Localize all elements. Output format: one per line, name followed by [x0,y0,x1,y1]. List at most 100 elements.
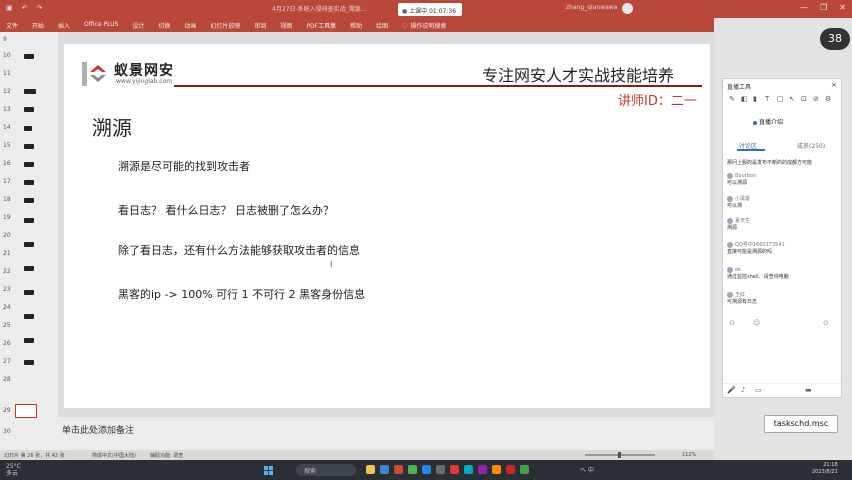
app-icon[interactable] [422,465,431,474]
tab-home[interactable]: 开始 [32,21,44,30]
zoom-slider-knob[interactable] [618,452,621,458]
tab-insert[interactable]: 插入 [58,21,70,30]
user-name: 小黑客 [735,196,751,202]
slide-number: 20 [3,232,11,239]
app-icon[interactable] [450,465,459,474]
slide-thumbnail[interactable] [24,338,34,343]
participant-count-badge[interactable]: 38 [820,28,850,50]
undo-icon[interactable]: ↶ [22,4,28,12]
mic-icon[interactable]: 🎤 [727,386,736,394]
tab-help[interactable]: 帮助 [350,21,362,30]
more-icon[interactable]: ⊙ [823,319,829,327]
slide-thumbnail[interactable] [24,107,34,112]
slide-thumbnail[interactable] [24,198,34,203]
tab-pdf[interactable]: PDF工具集 [306,21,336,30]
slide-thumbnail[interactable] [24,126,32,131]
slide-canvas[interactable]: 蚁景网安 www.yijinglab.com 专注网安人才实战技能培养 讲师ID… [64,44,710,408]
clock[interactable]: 21:18 2023/8/21 [812,462,838,476]
tab-animations[interactable]: 动画 [184,21,196,30]
file-explorer-icon[interactable] [366,465,375,474]
pen-icon[interactable]: ✎ [729,95,735,103]
accessibility-status[interactable]: 辅助功能: 调查 [150,452,183,459]
taskschd-label[interactable]: taskschd.msc [764,415,838,433]
music-icon[interactable]: ♪ [741,386,745,394]
app-icon[interactable] [464,465,473,474]
windows-start-icon[interactable] [264,466,273,475]
chat-message: 王红 可溯源有日志 [727,291,837,305]
logo-icon [82,62,106,86]
tab-draw[interactable]: 绘图 [376,21,388,30]
tab-review[interactable]: 审阅 [254,21,266,30]
recording-time: 上课中 01:07:36 [409,8,457,15]
document-title: 4月27日-系统入侵排查实战_溯源... [272,6,367,13]
upload-icon: ● [402,8,408,15]
app-icon[interactable] [394,465,403,474]
notes-pane[interactable]: 单击此处添加备注 [58,417,714,450]
text-icon[interactable]: T [765,95,769,103]
slide-thumbnail[interactable] [24,242,34,247]
slide-number: 30 [3,428,11,435]
clear-icon[interactable]: ⊘ [813,95,819,103]
redo-icon[interactable]: ↷ [37,4,43,12]
chat-message: Bourbon 可以溯源 [727,173,837,186]
bullet-text: 溯源是尽可能的找到攻击者 [118,160,250,173]
close-button[interactable]: ✕ [839,3,846,12]
slide-thumbnail-panel[interactable]: 9 10 11 12 13 14 15 16 17 18 19 20 21 22… [0,32,58,450]
slide-thumbnail[interactable] [24,144,34,149]
language[interactable]: 简体中文(中国大陆) [92,452,136,459]
avatar[interactable] [622,3,633,14]
maximize-button[interactable]: ❐ [820,3,827,12]
slide-thumbnail[interactable] [24,266,34,271]
tell-me-search[interactable]: ◌ 操作说明搜索 [402,21,446,30]
slide-thumbnail-selected[interactable] [15,404,37,418]
minimize-button[interactable]: — [800,3,808,12]
save-icon[interactable]: ▣ [6,4,13,12]
lock-icon[interactable]: ⊡ [801,95,807,103]
tab-design[interactable]: 设计 [132,21,144,30]
user-name[interactable]: zhang_qianwawa [566,4,617,11]
camera-icon[interactable]: ▭ [755,386,762,394]
slide-thumbnail[interactable] [24,180,34,185]
tab-office-plus[interactable]: Office PLUS [84,21,118,29]
zoom-level[interactable]: 112% [682,452,696,458]
slide-thumbnail[interactable] [24,54,34,59]
app-icon[interactable] [520,465,529,474]
slide-thumbnail[interactable] [24,360,34,365]
emoji-icon[interactable]: ☺ [753,319,760,327]
active-tab-indicator [737,149,765,151]
tab-view[interactable]: 视图 [280,21,292,30]
app-icon[interactable] [478,465,487,474]
shield-icon[interactable]: ⊙ [729,319,735,327]
zoom-slider[interactable] [585,452,655,458]
settings-icon[interactable]: ⚙ [825,95,831,103]
browser-icon[interactable] [380,465,389,474]
expand-icon[interactable]: ▬ [805,386,812,394]
eraser-icon[interactable]: ◧ [741,95,748,103]
slide-thumbnail[interactable] [24,314,34,319]
slide-thumbnail[interactable] [24,162,34,167]
weather-widget[interactable]: 25°C 多云 [6,463,21,477]
shape-icon[interactable]: □ [777,95,784,103]
slide-thumbnail[interactable] [24,218,34,223]
tab-transitions[interactable]: 切换 [158,21,170,30]
tab-members[interactable]: 成员(250) [797,141,825,150]
slide-number: 16 [3,160,11,167]
slogan: 专注网安人才实战技能培养 [482,66,675,85]
system-tray[interactable]: へ 中 [580,465,594,474]
app-icon[interactable] [492,465,501,474]
lightbulb-icon: ◌ [402,21,408,29]
live-status[interactable]: 直播介绍 [753,117,783,126]
powerpoint-icon[interactable] [506,465,515,474]
recording-badge[interactable]: ● 上课中 01:07:36 [398,3,462,16]
tab-file[interactable]: 文件 [6,21,18,30]
close-icon[interactable]: × [831,81,837,89]
avatar [727,241,733,248]
highlight-icon[interactable]: ▮ [753,95,757,103]
tab-slideshow[interactable]: 幻灯片放映 [210,21,240,30]
taskbar-search[interactable]: 搜索 [296,464,356,476]
slide-thumbnail[interactable] [24,290,34,295]
slide-thumbnail[interactable] [24,89,36,94]
pointer-icon[interactable]: ↖ [789,95,795,103]
app-icon[interactable] [408,465,417,474]
app-icon[interactable] [436,465,445,474]
